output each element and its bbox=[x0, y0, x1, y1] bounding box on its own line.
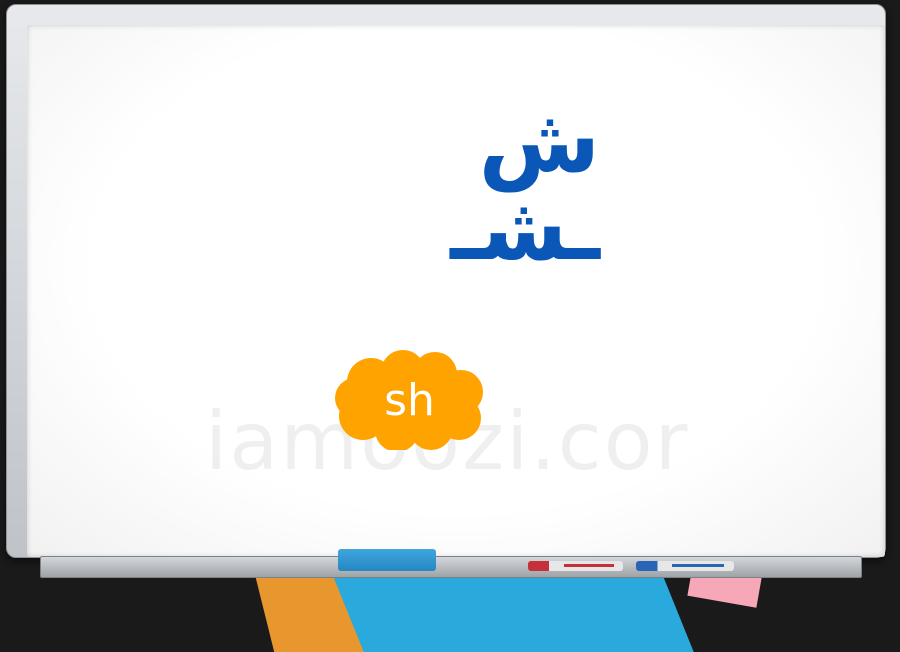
scene: iamoozi.cor ش ـشـ sh bbox=[0, 0, 900, 652]
transliteration-cloud: sh bbox=[333, 350, 486, 452]
marker-tray bbox=[40, 556, 862, 578]
transliteration-label: sh bbox=[384, 374, 435, 426]
blue-marker-icon bbox=[636, 561, 734, 571]
letter-forms-text: ش ـشـ bbox=[450, 89, 600, 280]
red-marker-icon bbox=[528, 561, 623, 571]
letter-forms: ش ـشـ bbox=[300, 97, 600, 273]
eraser-icon bbox=[338, 549, 436, 571]
